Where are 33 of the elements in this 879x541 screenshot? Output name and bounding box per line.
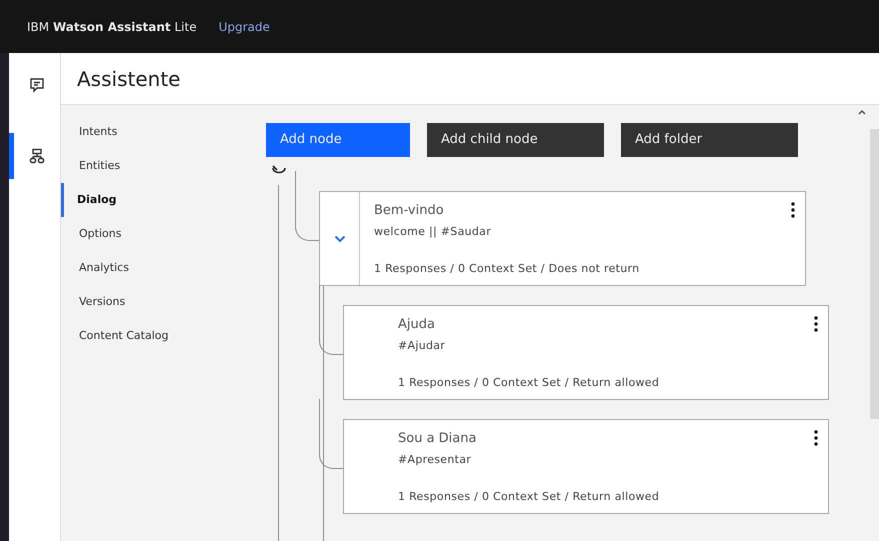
action-button[interactable]: Add folder <box>621 123 798 157</box>
nav-item[interactable]: Options <box>61 217 249 251</box>
dialog-node[interactable]: Sou a Diana #Apresentar 1 Responses / 0 Context Set / Return allowed <box>343 419 829 514</box>
nav-item[interactable]: Dialog <box>61 183 249 217</box>
nav-item[interactable]: Versions <box>61 285 249 319</box>
nav-item[interactable]: Entities <box>61 149 249 183</box>
scroll-up-icon[interactable] <box>858 109 866 115</box>
node-title: Bem-vindo <box>374 202 444 220</box>
overflow-menu-icon[interactable] <box>791 202 795 218</box>
chevron-icon[interactable] <box>334 234 346 242</box>
dialog-node[interactable]: Bem-vindo welcome || #Saudar 1 Responses / 0 Context Set / Does not return <box>319 191 806 286</box>
node-condition: welcome || #Saudar <box>374 224 492 240</box>
node-condition: #Apresentar <box>398 452 472 468</box>
nav-item[interactable]: Intents <box>61 115 249 149</box>
node-summary: 1 Responses / 0 Context Set / Return allowed <box>398 488 660 504</box>
node-title: Ajuda <box>398 316 435 334</box>
node-summary: 1 Responses / 0 Context Set / Return allowed <box>398 374 660 390</box>
node-summary: 1 Responses / 0 Context Set / Does not return <box>374 260 640 276</box>
nav-item[interactable]: Analytics <box>61 251 249 285</box>
action-button[interactable]: Add node <box>266 123 410 157</box>
dialog-node[interactable]: Ajuda #Ajudar 1 Responses / 0 Context Set / Return allowed <box>343 305 829 400</box>
nav-item[interactable]: Content Catalog <box>61 319 249 353</box>
hierarchy-icon <box>29 148 45 164</box>
action-button[interactable]: Add child node <box>427 123 604 157</box>
overflow-menu-icon[interactable] <box>814 316 818 332</box>
page-title: Assistente <box>77 66 180 92</box>
scroll-thumb[interactable] <box>870 129 879 419</box>
upgrade-link[interactable]: Upgrade <box>218 18 270 36</box>
node-title: Sou a Diana <box>398 430 476 448</box>
node-condition: #Ajudar <box>398 338 446 354</box>
product-name: IBM Watson Assistant Lite <box>27 18 197 36</box>
chat-icon <box>29 77 45 93</box>
overflow-menu-icon[interactable] <box>814 430 818 446</box>
